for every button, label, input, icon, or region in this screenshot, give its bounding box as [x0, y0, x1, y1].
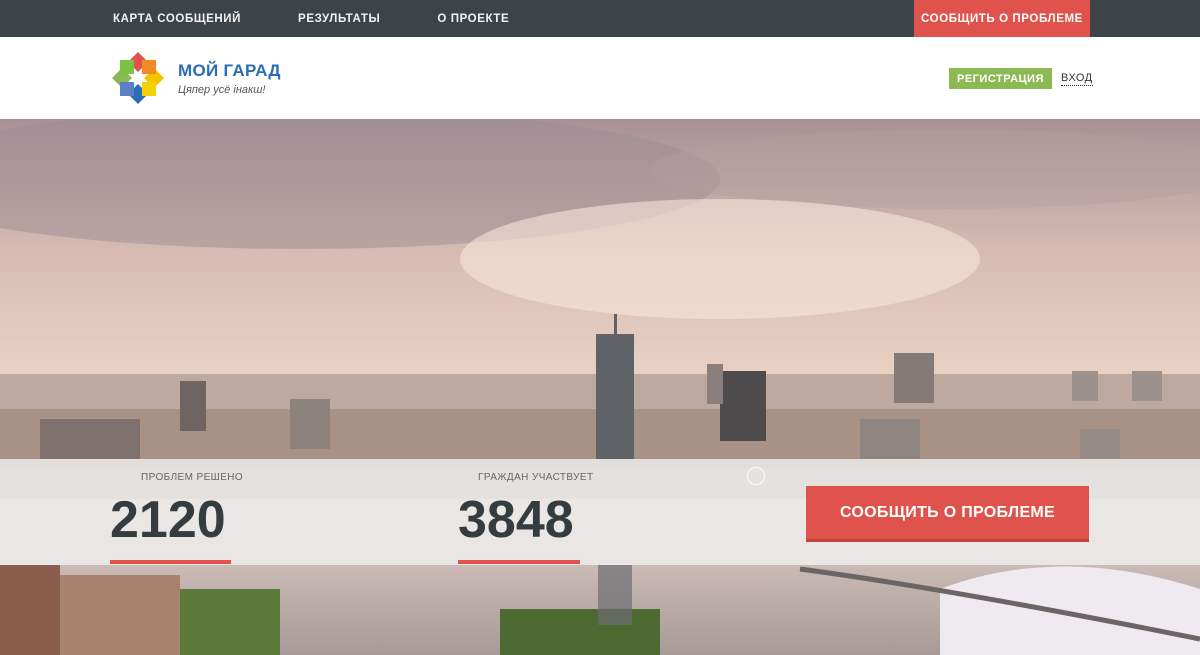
- register-button[interactable]: РЕГИСТРАЦИЯ: [949, 68, 1052, 89]
- report-problem-button[interactable]: СООБЩИТЬ О ПРОБЛЕМЕ: [806, 486, 1089, 539]
- main-menu: КАРТА СООБЩЕНИЙ РЕЗУЛЬТАТЫ О ПРОЕКТЕ: [113, 0, 566, 37]
- top-navigation-bar: КАРТА СООБЩЕНИЙ РЕЗУЛЬТАТЫ О ПРОЕКТЕ СОО…: [0, 0, 1200, 37]
- solved-label: ПРОБЛЕМ РЕШЕНО: [141, 472, 244, 483]
- top-report-problem-button[interactable]: СООБЩИТЬ О ПРОБЛЕМЕ: [914, 0, 1090, 37]
- mosaic-star-logo-icon[interactable]: [110, 50, 166, 106]
- nav-item-message-map[interactable]: КАРТА СООБЩЕНИЙ: [113, 13, 241, 25]
- login-link[interactable]: ВХОД: [1061, 72, 1093, 86]
- solved-count: 2120: [110, 491, 226, 549]
- city-skyline-illustration: [0, 119, 1200, 655]
- solved-underline: [110, 560, 231, 564]
- citizens-count: 3848: [458, 491, 574, 549]
- loading-spinner-icon: [747, 467, 765, 485]
- nav-item-results[interactable]: РЕЗУЛЬТАТЫ: [298, 13, 380, 25]
- logo-slogan: Цяпер усё інакш!: [178, 84, 266, 96]
- nav-item-about[interactable]: О ПРОЕКТЕ: [437, 13, 509, 25]
- citizens-underline: [458, 560, 580, 564]
- citizens-label: ГРАЖДАН УЧАСТВУЕТ: [478, 472, 594, 483]
- hero-city-image: [0, 119, 1200, 655]
- logo-title[interactable]: МОЙ ГАРАД: [178, 61, 281, 81]
